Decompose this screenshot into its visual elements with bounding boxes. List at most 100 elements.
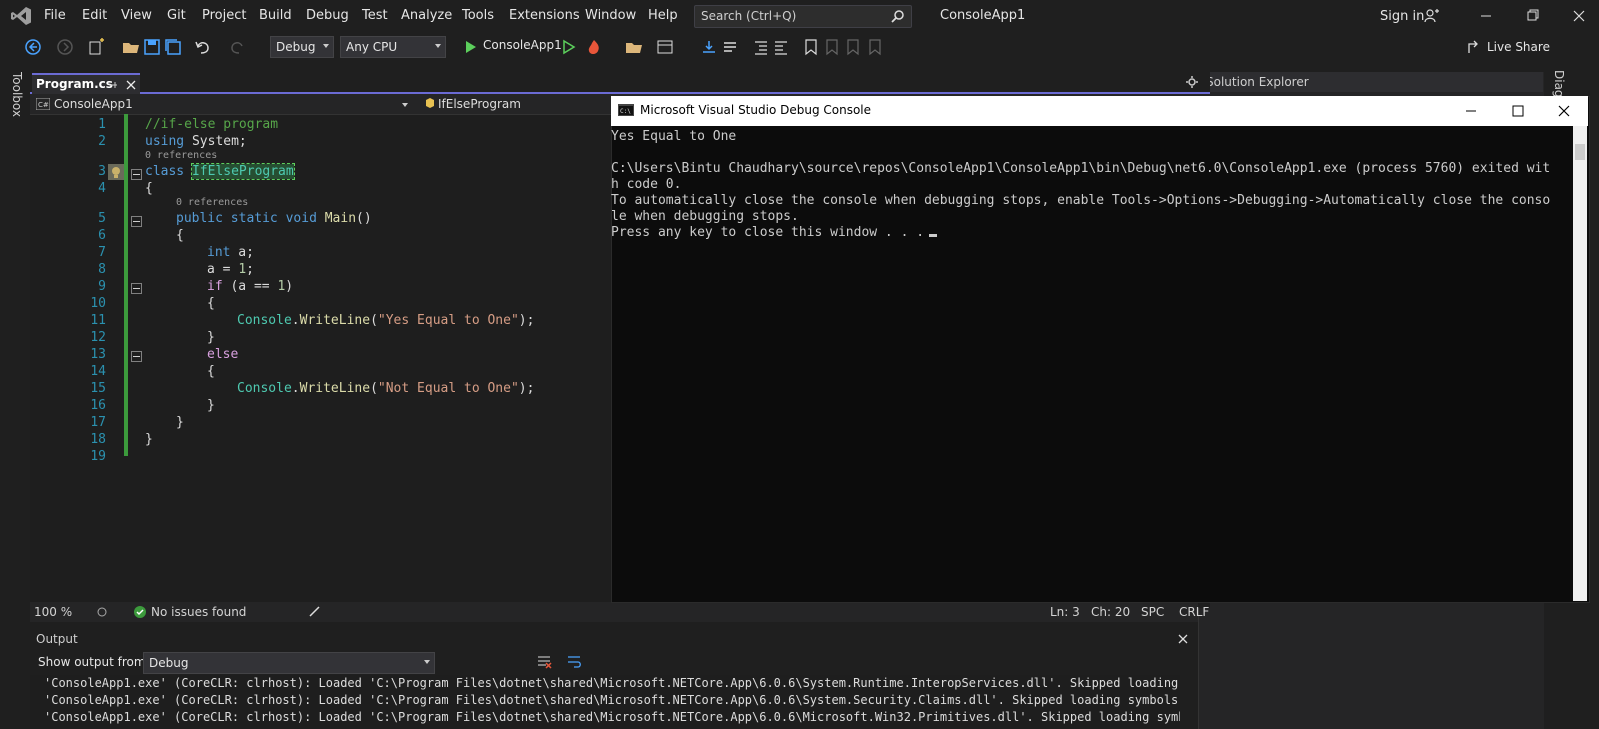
tab-program-cs[interactable]: Program.cs: [32, 73, 140, 95]
configuration-dropdown[interactable]: Debug: [270, 36, 334, 58]
save-icon[interactable]: [143, 38, 161, 56]
platform-dropdown[interactable]: Any CPU: [340, 36, 446, 58]
search-box[interactable]: Search (Ctrl+Q): [694, 5, 912, 28]
code-cleanup-icon[interactable]: [308, 606, 322, 618]
clear-bookmarks-icon[interactable]: [866, 38, 884, 56]
line-number: 11: [90, 313, 106, 328]
run-target-button[interactable]: ConsoleApp1: [483, 38, 562, 52]
clear-all-icon[interactable]: [536, 654, 552, 670]
svg-text:C#: C#: [38, 101, 49, 109]
live-share-icon[interactable]: [1466, 38, 1484, 56]
line-number: 3: [98, 164, 106, 179]
fold-toggle-icon[interactable]: [131, 216, 142, 227]
new-project-icon[interactable]: [88, 38, 106, 56]
whitespace-indicator[interactable]: SPC: [1141, 605, 1164, 619]
menu-test[interactable]: Test: [362, 8, 388, 23]
console-line: Press any key to close this window . . .: [611, 225, 925, 240]
live-share-button[interactable]: Live Share: [1487, 40, 1550, 54]
maximize-icon[interactable]: [1511, 104, 1525, 118]
close-tab-icon[interactable]: [126, 80, 136, 90]
toolbox-tab[interactable]: Toolbox: [10, 72, 24, 117]
fold-toggle-icon[interactable]: [131, 169, 142, 180]
hot-reload-icon[interactable]: [585, 38, 603, 56]
brush-icon[interactable]: [96, 606, 108, 618]
code-line-2: using System;: [145, 134, 247, 149]
zoom-level[interactable]: 100 %: [34, 605, 72, 619]
next-bookmark-icon[interactable]: [844, 38, 862, 56]
menu-edit[interactable]: Edit: [82, 8, 107, 23]
menu-extensions[interactable]: Extensions: [509, 8, 580, 23]
close-window-icon[interactable]: [1557, 104, 1571, 118]
menu-build[interactable]: Build: [259, 8, 292, 23]
editor-status-bar: 100 % No issues found Ln: 3 Ch: 20 SPC C…: [30, 602, 1209, 622]
menu-file[interactable]: File: [44, 8, 66, 23]
sign-in-link[interactable]: Sign in: [1380, 9, 1424, 24]
menu-debug[interactable]: Debug: [306, 8, 349, 23]
undo-icon[interactable]: [194, 38, 212, 56]
open-folder-icon[interactable]: [122, 38, 140, 56]
project-scope-value: ConsoleApp1: [54, 97, 133, 111]
column-indicator[interactable]: Ch: 20: [1091, 605, 1130, 619]
keyword-token: int: [207, 245, 231, 260]
minimize-icon[interactable]: [1473, 6, 1499, 26]
browse-folder-icon[interactable]: [625, 38, 643, 56]
issues-status[interactable]: No issues found: [151, 605, 246, 619]
selected-class-name[interactable]: IfElseProgram: [190, 163, 295, 180]
fold-toggle-icon[interactable]: [131, 283, 142, 294]
navigate-forward-icon[interactable]: [56, 38, 74, 56]
type-scope-value: IfElseProgram: [438, 97, 521, 111]
code-lens-references[interactable]: 0 references: [176, 197, 248, 208]
indent-icon[interactable]: [752, 38, 770, 56]
bookmark-icon[interactable]: [802, 38, 820, 56]
save-all-icon[interactable]: [164, 38, 182, 56]
redo-icon[interactable]: [228, 38, 246, 56]
start-without-debugging-icon[interactable]: [560, 38, 578, 56]
close-window-icon[interactable]: [1566, 6, 1592, 26]
code-line-3: class IfElseProgram: [145, 163, 295, 180]
layout-icon[interactable]: [656, 38, 674, 56]
fold-toggle-icon[interactable]: [131, 351, 142, 362]
type-scope-dropdown[interactable]: IfElseProgram: [420, 96, 620, 113]
debug-console-title-bar[interactable]: C:\ Microsoft Visual Studio Debug Consol…: [611, 96, 1588, 126]
line-indicator[interactable]: Ln: 3: [1050, 605, 1080, 619]
console-scrollbar[interactable]: [1573, 126, 1587, 601]
visual-studio-logo-icon[interactable]: [10, 6, 32, 26]
menu-project[interactable]: Project: [202, 8, 246, 23]
navigate-back-icon[interactable]: [24, 38, 42, 56]
output-text-area[interactable]: 'ConsoleApp1.exe' (CoreCLR: clrhost): Lo…: [30, 675, 1180, 729]
step-into-icon[interactable]: [700, 38, 718, 56]
output-source-dropdown[interactable]: Debug: [143, 652, 435, 674]
code-lens-references[interactable]: 0 references: [145, 150, 217, 161]
minimize-icon[interactable]: [1464, 104, 1478, 118]
start-debugging-icon[interactable]: [462, 38, 480, 56]
method-token: WriteLine: [299, 381, 371, 396]
menu-git[interactable]: Git: [167, 8, 186, 23]
menu-tools[interactable]: Tools: [462, 8, 494, 23]
gear-icon[interactable]: [1186, 76, 1198, 88]
brace-token: }: [207, 330, 215, 345]
line-number: 4: [98, 181, 106, 196]
menu-analyze[interactable]: Analyze: [401, 8, 452, 23]
restore-icon[interactable]: [1520, 6, 1546, 26]
console-line: le when debugging stops.: [611, 209, 799, 224]
outdent-icon[interactable]: [772, 38, 790, 56]
word-wrap-icon[interactable]: [566, 654, 582, 670]
console-line: Yes Equal to One: [611, 129, 737, 144]
account-icon[interactable]: [1424, 8, 1440, 24]
pin-icon[interactable]: [108, 80, 118, 90]
line-ending-indicator[interactable]: CRLF: [1179, 605, 1209, 619]
quick-actions-lightbulb-icon[interactable]: [108, 164, 124, 180]
previous-bookmark-icon[interactable]: [823, 38, 841, 56]
menu-view[interactable]: View: [121, 8, 152, 23]
console-scrollbar-thumb[interactable]: [1575, 144, 1585, 160]
step-over-icon[interactable]: [721, 38, 739, 56]
menu-window[interactable]: Window: [585, 8, 636, 23]
close-panel-icon[interactable]: [1178, 634, 1188, 644]
punct-token: (: [370, 313, 378, 328]
code-line-12: }: [207, 330, 215, 345]
code-line-9: if (a == 1): [207, 279, 293, 294]
code-line-13: else: [207, 347, 238, 362]
project-scope-dropdown[interactable]: C# ConsoleApp1: [34, 96, 418, 113]
menu-help[interactable]: Help: [648, 8, 678, 23]
line-number: 8: [98, 262, 106, 277]
